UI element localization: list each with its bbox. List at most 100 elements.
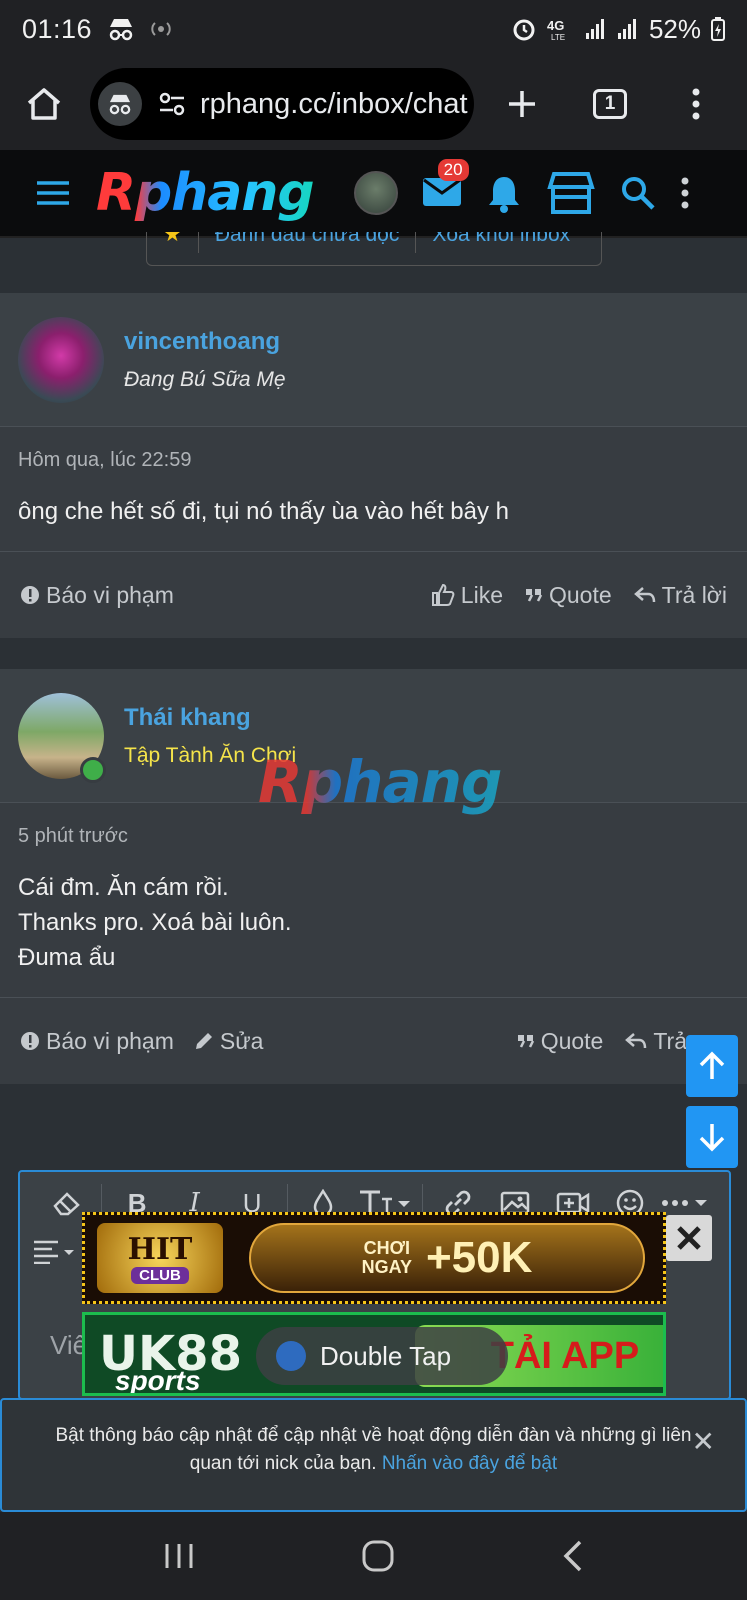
network-4g-icon: 4GLTE bbox=[547, 18, 565, 42]
svg-text:LTE: LTE bbox=[551, 33, 565, 42]
quote-label: Quote bbox=[540, 1027, 604, 1054]
incognito-icon bbox=[109, 19, 133, 41]
hitclub-logo-sub: CLUB bbox=[131, 1267, 189, 1284]
post-username[interactable]: Thái khang bbox=[124, 704, 296, 732]
quote-label: Quote bbox=[549, 581, 612, 608]
more-horiz-icon bbox=[661, 1200, 707, 1206]
incognito-badge bbox=[98, 82, 142, 126]
report-button[interactable]: Báo vi phạm bbox=[20, 1028, 174, 1055]
home-nav-icon[interactable] bbox=[361, 1539, 395, 1573]
reply-button[interactable]: Trả bbox=[625, 1028, 687, 1055]
mark-unread-button[interactable]: Đánh dấu chưa đọc bbox=[197, 232, 416, 253]
thumbs-up-icon bbox=[431, 583, 455, 606]
post-actions: Báo vi phạm Sửa Quote Trả bbox=[0, 998, 747, 1084]
reply-button[interactable]: Trả lời bbox=[633, 582, 727, 609]
close-notification-button[interactable]: ✕ bbox=[692, 1428, 715, 1456]
post-actions: Báo vi phạm Like Quote Trả lời bbox=[0, 552, 747, 638]
online-status-icon bbox=[80, 756, 106, 783]
home-icon bbox=[27, 88, 61, 120]
conversation-actions: ★ Đánh dấu chưa đọc Xoá khỏi inbox bbox=[146, 232, 602, 266]
quote-button[interactable]: Quote bbox=[517, 1027, 604, 1055]
alert-circle-icon bbox=[21, 1032, 39, 1050]
watermark-logo: Rphang bbox=[258, 748, 502, 816]
browser-menu-button[interactable] bbox=[672, 80, 720, 128]
inbox-button[interactable]: 20 bbox=[422, 158, 469, 212]
tab-count: 1 bbox=[593, 89, 627, 119]
store-icon[interactable] bbox=[546, 171, 596, 215]
eraser-icon bbox=[53, 1192, 80, 1216]
scroll-bottom-button[interactable] bbox=[686, 1106, 738, 1168]
report-label: Báo vi phạm bbox=[46, 581, 174, 608]
post-body: ông che hết số đi, tụi nó thấy ùa vào hế… bbox=[0, 472, 747, 552]
message-post: vincenthoang Đang Bú Sữa Mẹ Hôm qua, lúc… bbox=[0, 293, 747, 638]
tab-switcher-button[interactable]: 1 bbox=[586, 80, 634, 128]
scroll-top-button[interactable] bbox=[686, 1035, 738, 1097]
browser-toolbar: rphang.cc/inbox/chat 1 bbox=[0, 58, 747, 150]
post-line: ông che hết số đi, tụi nó thấy ùa vào hế… bbox=[18, 498, 510, 525]
site-settings-icon[interactable] bbox=[158, 91, 186, 117]
hitclub-cta-amount: +50K bbox=[425, 1233, 533, 1282]
more-tools-button[interactable] bbox=[659, 1196, 711, 1210]
report-button[interactable]: Báo vi phạm bbox=[20, 582, 174, 609]
report-label: Báo vi phạm bbox=[46, 1027, 174, 1054]
close-icon bbox=[677, 1226, 701, 1250]
post-line: Đuma ẩu bbox=[18, 944, 116, 971]
incognito-icon bbox=[109, 94, 131, 115]
signal-icon-2 bbox=[617, 19, 636, 39]
close-ad-button[interactable] bbox=[666, 1215, 712, 1261]
site-header: Rphang 20 bbox=[0, 150, 747, 238]
edit-label: Sửa bbox=[219, 1027, 264, 1054]
home-button[interactable] bbox=[20, 80, 68, 128]
hitclub-cta[interactable]: CHƠI NGAY +50K bbox=[249, 1223, 645, 1293]
post-user-block: vincenthoang Đang Bú Sữa Mẹ bbox=[0, 293, 747, 427]
back-icon[interactable] bbox=[562, 1539, 584, 1573]
inbox-badge: 20 bbox=[437, 158, 469, 181]
message-post: Thái khang Tập Tành Ăn Chơi 5 phút trước… bbox=[0, 669, 747, 1084]
like-button[interactable]: Like bbox=[431, 582, 503, 609]
user-avatar[interactable] bbox=[353, 171, 398, 215]
remove-from-inbox-button[interactable]: Xoá khỏi inbox bbox=[415, 232, 586, 253]
signal-icon bbox=[585, 19, 604, 39]
new-tab-button[interactable] bbox=[498, 80, 546, 128]
uk88-logo-sub: sports bbox=[115, 1365, 201, 1396]
avatar[interactable] bbox=[18, 316, 104, 403]
more-vert-icon bbox=[692, 88, 700, 120]
hitclub-cta-small: CHƠI NGAY bbox=[361, 1238, 412, 1277]
site-logo[interactable]: Rphang bbox=[96, 163, 315, 223]
alarm-icon bbox=[513, 19, 535, 41]
more-vert-icon[interactable] bbox=[680, 177, 690, 209]
pencil-icon bbox=[195, 1033, 212, 1049]
bell-icon[interactable] bbox=[486, 173, 522, 213]
align-button[interactable] bbox=[32, 1238, 76, 1269]
double-tap-toast: Double Tap bbox=[256, 1327, 508, 1385]
post-username[interactable]: vincenthoang bbox=[124, 328, 286, 356]
hotspot-icon bbox=[151, 22, 171, 36]
reply-label: Trả bbox=[653, 1027, 687, 1054]
search-icon[interactable] bbox=[620, 175, 656, 211]
plus-icon bbox=[509, 91, 535, 117]
quote-button[interactable]: Quote bbox=[525, 582, 612, 609]
hamburger-icon[interactable] bbox=[36, 180, 70, 206]
url-text[interactable]: rphang.cc/inbox/chat bbox=[200, 88, 468, 121]
hitclub-banner-ad[interactable]: HIT CLUB CHƠI NGAY +50K bbox=[82, 1212, 666, 1304]
reply-icon bbox=[625, 1033, 647, 1049]
alert-circle-icon bbox=[21, 586, 39, 604]
recent-apps-icon[interactable] bbox=[163, 1542, 195, 1570]
edit-button[interactable]: Sửa bbox=[194, 1027, 264, 1055]
battery-charging-icon bbox=[711, 17, 725, 41]
address-bar[interactable]: rphang.cc/inbox/chat bbox=[90, 68, 474, 140]
star-icon[interactable]: ★ bbox=[147, 232, 198, 253]
like-label: Like bbox=[460, 581, 503, 608]
quote-icon bbox=[526, 589, 543, 602]
app-icon bbox=[276, 1341, 306, 1371]
hitclub-logo: HIT CLUB bbox=[97, 1223, 223, 1293]
status-time: 01:16 bbox=[22, 13, 93, 44]
post-timestamp[interactable]: Hôm qua, lúc 22:59 bbox=[0, 427, 747, 472]
status-bar: 01:16 4G LTE 52% bbox=[0, 0, 747, 58]
reply-icon bbox=[633, 587, 655, 603]
quote-icon bbox=[517, 1035, 534, 1048]
avatar[interactable] bbox=[18, 692, 106, 783]
hitclub-logo-text: HIT bbox=[127, 1232, 193, 1267]
enable-notifications-link[interactable]: Nhấn vào đây để bật bbox=[382, 1453, 557, 1474]
push-notification-banner: Bật thông báo cập nhật để cập nhật về ho… bbox=[0, 1398, 747, 1512]
